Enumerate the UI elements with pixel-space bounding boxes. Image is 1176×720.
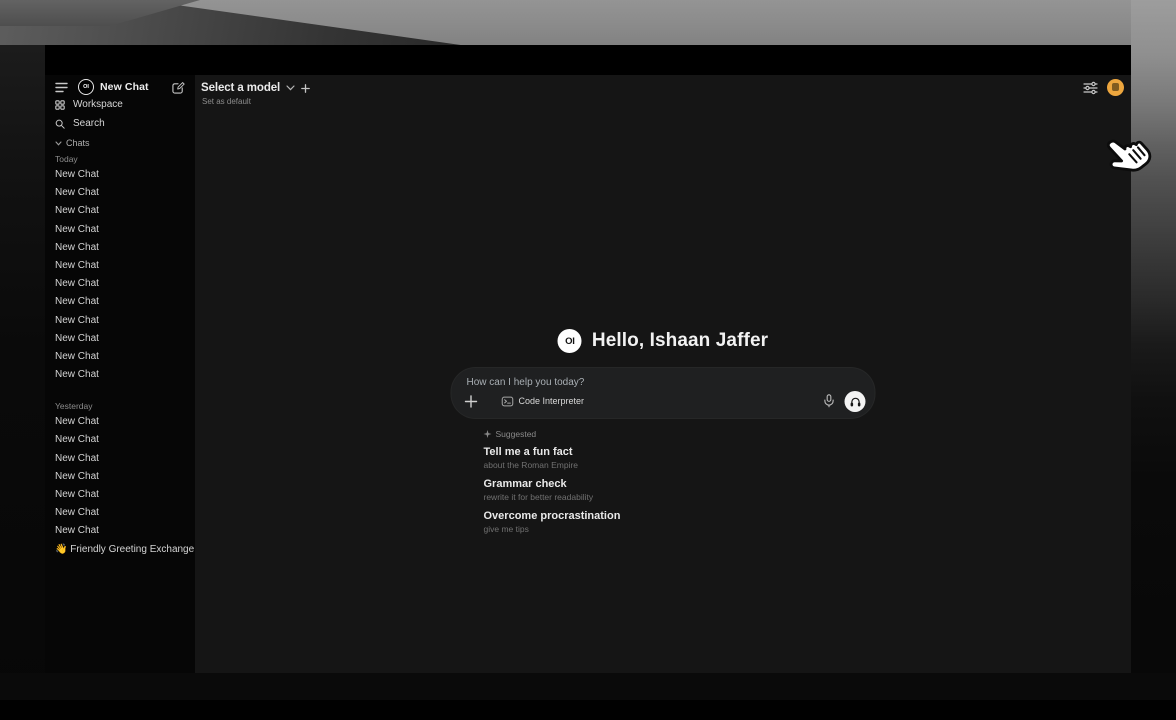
code-interpreter-label: Code Interpreter: [519, 396, 585, 406]
chat-list: Today New ChatNew ChatNew ChatNew ChatNe…: [45, 151, 195, 559]
model-selector-label[interactable]: Select a model: [201, 82, 280, 94]
model-selector[interactable]: Select a model: [201, 79, 310, 97]
wallpaper-left-band: [0, 45, 45, 720]
main-area: Select a model Set as default OI Hello: [195, 75, 1131, 673]
chat-list-item[interactable]: New Chat: [45, 275, 195, 293]
greeting-text: Hello, Ishaan Jaffer: [592, 330, 768, 352]
chat-group-label-today: Today: [45, 151, 195, 166]
chat-list-item[interactable]: New Chat: [45, 486, 195, 504]
chat-list-item[interactable]: New Chat: [45, 239, 195, 257]
spark-icon: [484, 430, 492, 438]
chat-list-item[interactable]: New Chat: [45, 431, 195, 449]
terminal-icon: [502, 396, 514, 407]
sidebar-title: New Chat: [100, 81, 172, 93]
chat-group-yesterday: New ChatNew ChatNew ChatNew ChatNew Chat…: [45, 413, 195, 540]
user-avatar[interactable]: [1107, 79, 1124, 96]
chat-list-item[interactable]: New Chat: [45, 202, 195, 220]
chat-list-item[interactable]: New Chat: [45, 348, 195, 366]
bottom-black-bar: [0, 700, 1176, 720]
suggested-prompt-title: Overcome procrastination: [484, 509, 876, 523]
chat-list-item[interactable]: New Chat: [45, 257, 195, 275]
chat-group-label-yesterday: Yesterday: [45, 398, 195, 413]
suggested-prompt-title: Grammar check: [484, 477, 876, 491]
openwebui-logo-icon: OI: [78, 79, 94, 95]
search-label: Search: [73, 118, 105, 129]
workspace-grid-icon: [55, 100, 65, 110]
voice-call-button[interactable]: [845, 391, 866, 412]
microphone-icon[interactable]: [824, 394, 835, 408]
suggested-prompt[interactable]: Grammar check rewrite it for better read…: [484, 477, 876, 503]
composer-toolbar: Code Interpreter: [465, 390, 866, 412]
wallpaper-right-band: [1131, 0, 1176, 720]
wallpaper-top-band: [0, 0, 1176, 45]
chat-list-item[interactable]: New Chat: [45, 330, 195, 348]
chat-list-item[interactable]: New Chat: [45, 293, 195, 311]
sidebar-item-search[interactable]: Search: [45, 114, 195, 133]
suggested-list: Tell me a fun fact about the Roman Empir…: [484, 445, 876, 535]
chat-list-item[interactable]: New Chat: [45, 504, 195, 522]
chat-group-today: New ChatNew ChatNew ChatNew ChatNew Chat…: [45, 166, 195, 384]
chat-list-item[interactable]: New Chat: [45, 221, 195, 239]
chevron-down-icon: [55, 141, 62, 146]
suggested-label: Suggested: [496, 429, 537, 439]
wallpaper-bottom-band: [0, 673, 1176, 700]
suggested-prompts: Suggested Tell me a fun fact about the R…: [451, 428, 876, 535]
greeting-row: OI Hello, Ishaan Jaffer: [451, 328, 876, 354]
suggested-prompt-subtitle: rewrite it for better readability: [484, 492, 876, 503]
chat-list-item[interactable]: New Chat: [45, 413, 195, 431]
suggested-header: Suggested: [484, 428, 876, 439]
code-interpreter-toggle[interactable]: Code Interpreter: [502, 396, 585, 407]
chats-label: Chats: [66, 138, 90, 148]
sidebar: OI New Chat Workspace Search: [45, 75, 195, 673]
header-right-controls: [1083, 79, 1124, 96]
suggested-prompt[interactable]: Tell me a fun fact about the Roman Empir…: [484, 445, 876, 471]
suggested-prompt-title: Tell me a fun fact: [484, 445, 876, 459]
app-window: OI New Chat Workspace Search: [45, 45, 1131, 673]
chat-list-item[interactable]: New Chat: [45, 450, 195, 468]
headphones-icon: [849, 396, 861, 407]
workspace-label: Workspace: [73, 99, 123, 110]
search-icon: [55, 119, 65, 129]
chats-section-header[interactable]: Chats: [45, 135, 195, 151]
sidebar-item-workspace[interactable]: Workspace: [45, 95, 195, 114]
suggested-prompt-subtitle: about the Roman Empire: [484, 460, 876, 471]
suggested-prompt-subtitle: give me tips: [484, 524, 876, 535]
chat-input[interactable]: How can I help you today?: [467, 377, 585, 388]
chat-composer[interactable]: How can I help you today? Code Interpret…: [451, 367, 876, 419]
attach-plus-icon[interactable]: [465, 395, 478, 408]
chat-list-item[interactable]: New Chat: [45, 366, 195, 384]
openwebui-logo-icon: OI: [558, 329, 582, 353]
chat-list-item-named[interactable]: 👋 Friendly Greeting Exchange: [45, 541, 195, 559]
controls-sliders-icon[interactable]: [1083, 81, 1098, 95]
chat-list-item[interactable]: New Chat: [45, 166, 195, 184]
chat-list-item[interactable]: New Chat: [45, 468, 195, 486]
chat-list-item[interactable]: New Chat: [45, 312, 195, 330]
welcome-panel: OI Hello, Ishaan Jaffer How can I help y…: [451, 328, 876, 535]
new-chat-icon[interactable]: [172, 81, 185, 94]
suggested-prompt[interactable]: Overcome procrastination give me tips: [484, 509, 876, 535]
chat-list-item[interactable]: New Chat: [45, 184, 195, 202]
set-as-default-button[interactable]: Set as default: [202, 97, 251, 106]
desktop-background: OI New Chat Workspace Search: [0, 0, 1176, 720]
sidebar-toggle-icon[interactable]: [55, 82, 68, 93]
chevron-down-icon: [286, 85, 295, 91]
chat-list-item[interactable]: New Chat: [45, 522, 195, 540]
add-model-icon[interactable]: [301, 84, 310, 93]
